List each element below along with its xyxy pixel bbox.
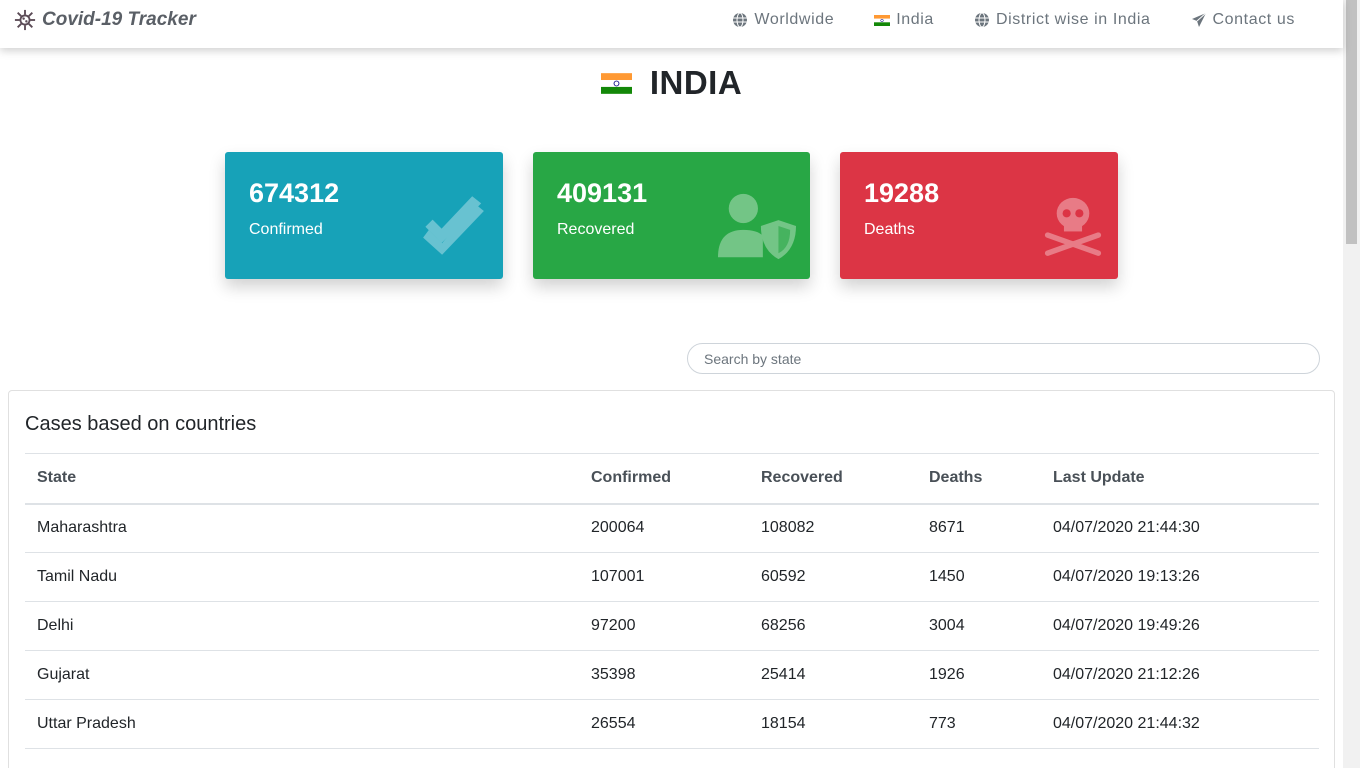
cell-last-update: 04/07/2020 21:44:32 bbox=[1041, 699, 1319, 749]
cell-deaths: 1450 bbox=[917, 552, 1041, 602]
col-header-last-update: Last Update bbox=[1041, 453, 1319, 505]
cell-state: Gujarat bbox=[25, 650, 579, 700]
cell-recovered: 25414 bbox=[749, 650, 917, 700]
nav-contact-us-label: Contact us bbox=[1212, 11, 1295, 28]
col-header-recovered: Recovered bbox=[749, 453, 917, 505]
cell-recovered: 68256 bbox=[749, 601, 917, 651]
cell-deaths: 773 bbox=[917, 699, 1041, 749]
cell-last-update: 04/07/2020 19:13:26 bbox=[1041, 552, 1319, 602]
nav-worldwide[interactable]: Worldwide bbox=[732, 11, 834, 29]
scrollbar-thumb[interactable] bbox=[1346, 0, 1357, 244]
recovered-card: 409131 Recovered bbox=[533, 152, 810, 279]
recovered-count: 409131 bbox=[557, 178, 648, 208]
cell-last-update: 04/07/2020 21:12:26 bbox=[1041, 650, 1319, 700]
table-header-row: State Confirmed Recovered Deaths Last Up… bbox=[25, 453, 1319, 505]
user-shield-icon bbox=[718, 193, 796, 260]
confirmed-label: Confirmed bbox=[249, 221, 323, 238]
cell-deaths: 8671 bbox=[917, 503, 1041, 553]
deaths-label: Deaths bbox=[864, 221, 915, 238]
cases-table: State Confirmed Recovered Deaths Last Up… bbox=[25, 453, 1319, 749]
cell-confirmed: 200064 bbox=[579, 503, 749, 553]
cases-table-card: Cases based on countries State Confirmed… bbox=[8, 390, 1335, 768]
nav-district-wise-label: District wise in India bbox=[995, 11, 1151, 28]
cell-deaths: 3004 bbox=[917, 601, 1041, 651]
confirmed-card: 674312 Confirmed bbox=[225, 152, 503, 279]
nav-district-wise[interactable]: District wise in India bbox=[974, 11, 1151, 29]
table-row: Gujarat 35398 25414 1926 04/07/2020 21:1… bbox=[25, 650, 1319, 700]
cell-confirmed: 26554 bbox=[579, 699, 749, 749]
globe-icon bbox=[974, 12, 989, 28]
table-row: Delhi 97200 68256 3004 04/07/2020 19:49:… bbox=[25, 601, 1319, 651]
cell-state: Tamil Nadu bbox=[25, 552, 579, 602]
col-header-confirmed: Confirmed bbox=[579, 453, 749, 505]
table-row: Tamil Nadu 107001 60592 1450 04/07/2020 … bbox=[25, 552, 1319, 602]
nav-worldwide-label: Worldwide bbox=[754, 11, 835, 28]
cell-recovered: 108082 bbox=[749, 503, 917, 553]
skull-crossbones-icon bbox=[1044, 197, 1102, 256]
paper-plane-icon bbox=[1191, 12, 1206, 27]
cell-deaths: 1926 bbox=[917, 650, 1041, 700]
cell-state: Uttar Pradesh bbox=[25, 699, 579, 749]
deaths-count: 19288 bbox=[864, 178, 940, 208]
nav-menu: Worldwide India District wise in India C… bbox=[732, 11, 1295, 29]
nav-india[interactable]: India bbox=[874, 11, 934, 29]
deaths-card: 19288 Deaths bbox=[840, 152, 1118, 279]
virus-icon bbox=[14, 9, 36, 31]
cell-recovered: 18154 bbox=[749, 699, 917, 749]
cell-recovered: 60592 bbox=[749, 552, 917, 602]
confirmed-count: 674312 bbox=[249, 178, 340, 208]
col-header-state: State bbox=[25, 453, 579, 505]
nav-india-label: India bbox=[896, 11, 934, 28]
cell-confirmed: 35398 bbox=[579, 650, 749, 700]
cell-state: Delhi bbox=[25, 601, 579, 651]
table-row: Maharashtra 200064 108082 8671 04/07/202… bbox=[25, 503, 1319, 553]
brand-link[interactable]: Covid-19 Tracker bbox=[14, 9, 196, 31]
brand-title: Covid-19 Tracker bbox=[42, 9, 196, 30]
india-flag-icon bbox=[600, 72, 632, 94]
page-heading: INDIA bbox=[0, 64, 1343, 102]
page-scrollbar[interactable] bbox=[1343, 0, 1360, 768]
cell-confirmed: 107001 bbox=[579, 552, 749, 602]
nav-contact-us[interactable]: Contact us bbox=[1191, 11, 1295, 29]
recovered-label: Recovered bbox=[557, 221, 635, 238]
navbar: Covid-19 Tracker Worldwide India Distric… bbox=[0, 0, 1343, 48]
double-check-icon bbox=[423, 196, 484, 255]
cell-last-update: 04/07/2020 21:44:30 bbox=[1041, 503, 1319, 553]
search-input[interactable] bbox=[687, 343, 1320, 374]
table-title: Cases based on countries bbox=[25, 413, 257, 435]
col-header-deaths: Deaths bbox=[917, 453, 1041, 505]
table-row: Uttar Pradesh 26554 18154 773 04/07/2020… bbox=[25, 699, 1319, 749]
globe-icon bbox=[733, 12, 748, 28]
cell-confirmed: 97200 bbox=[579, 601, 749, 651]
india-flag-icon bbox=[874, 14, 891, 26]
cell-last-update: 04/07/2020 19:49:26 bbox=[1041, 601, 1319, 651]
page-title: INDIA bbox=[649, 64, 743, 101]
cell-state: Maharashtra bbox=[25, 503, 579, 553]
